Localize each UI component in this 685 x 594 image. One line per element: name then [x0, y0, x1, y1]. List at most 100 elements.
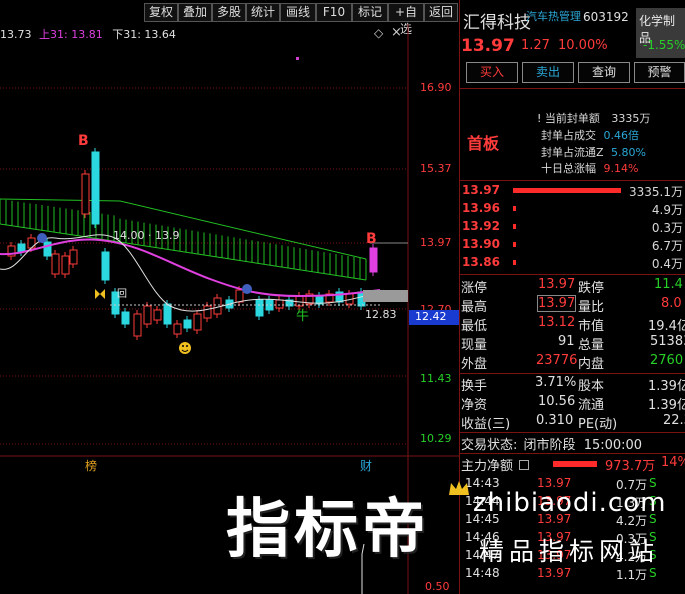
finance-marker: 财 — [360, 459, 372, 473]
candle-body — [133, 313, 142, 337]
candle-body — [61, 255, 70, 275]
toolbar-stats-button[interactable]: 统计 — [246, 3, 280, 22]
buy-signal-b-top: B — [78, 133, 89, 149]
stat-row: 净资 10.56 流通 1.39亿 — [461, 394, 685, 413]
divider — [459, 180, 685, 181]
list-icon[interactable] — [519, 460, 530, 470]
divider — [459, 453, 685, 454]
orderbook-row: 13.97 3335.1万 — [462, 183, 683, 199]
stat-row: 现量 91 总量 51383 — [461, 334, 685, 353]
toolbar-draw-line-button[interactable]: 画线 — [280, 3, 316, 22]
watermark-title: 指标帝 — [226, 493, 430, 567]
axis-tick: 15.37 — [420, 162, 452, 175]
tick-vol: 1.1万 — [616, 568, 648, 582]
band-midline-label: 14.00 · 13.9 — [113, 229, 179, 242]
stat-row: 涨停 13.97 跌停 11.4 — [461, 277, 683, 296]
candle-body — [235, 289, 244, 303]
net-inflow-bar — [553, 461, 597, 467]
stat-row: 外盘 23776 内盘 2760 — [461, 353, 684, 372]
crown-icon — [449, 481, 469, 495]
axis-tick: 10.29 — [420, 432, 452, 445]
candle-body — [81, 173, 90, 215]
orderbook-row: 13.90 6.7万 — [462, 237, 683, 253]
net-inflow-row[interactable]: 主力净额 973.7万 14% — [461, 455, 685, 474]
seal-row: 封单占成交 0.46倍 — [541, 129, 639, 142]
list-marker: 榜 — [85, 458, 97, 473]
price-change-pct: 10.00% — [558, 38, 608, 53]
hui-marker: 回 — [117, 288, 127, 300]
butterfly-icon — [95, 289, 105, 299]
buy-button[interactable]: 买入 — [466, 62, 518, 83]
axis-tick: 11.43 — [420, 372, 452, 385]
tick-row: 14:48 13.97 1.1万 S — [461, 566, 685, 582]
toolbar-f10-button[interactable]: F10 — [316, 3, 352, 22]
seal-row: 封单占流通Z 5.80% — [541, 146, 646, 159]
axis-tick: 16.90 — [420, 81, 452, 94]
current-price: 13.97 — [461, 36, 515, 56]
candle-body — [51, 253, 60, 275]
candle-body — [193, 313, 202, 331]
stat-row: 收益(三) 0.310 PE(动) 22.3 — [461, 413, 685, 432]
smiley-icon — [179, 342, 191, 354]
current-price-tag: 12.42 — [409, 310, 459, 325]
trade-status: 交易状态: 闭市阶段 15:00:00 — [461, 438, 643, 453]
candle-body — [91, 151, 100, 225]
face-icon-blue — [242, 284, 252, 294]
toolbar-multi-stock-button[interactable]: 多股 — [212, 3, 246, 22]
divider — [459, 373, 685, 374]
face-icon-blue-left — [37, 233, 47, 243]
candle-body — [203, 305, 212, 319]
seal-row: ! 当前封单额 3335万 — [537, 112, 651, 125]
candle-body — [69, 249, 78, 265]
candle-body — [143, 305, 152, 325]
toolbar-back-button[interactable]: 返回 — [424, 3, 458, 22]
stock-code: 603192 — [583, 10, 629, 24]
sector-name[interactable]: 汽车热管理 — [526, 8, 581, 24]
chart-toolbar: 复权 叠加 多股 统计 画线 F10 标记 +自选 返回 — [0, 0, 460, 36]
candle-body — [153, 309, 162, 321]
sector-tag-pct: -1.55% — [643, 38, 685, 52]
stat-row: 最高 13.97 量比 8.0 — [461, 295, 682, 315]
orderbook-bar — [513, 188, 621, 193]
candle-body — [121, 311, 130, 325]
candle-body — [101, 251, 110, 281]
first-board-badge: 首板 — [467, 134, 500, 153]
sell-button[interactable]: 卖出 — [522, 62, 574, 83]
tick-time: 14:48 — [465, 566, 500, 580]
tick-side: S — [649, 566, 657, 580]
candle-body — [43, 241, 52, 257]
orderbook-row: 13.86 0.4万 — [462, 255, 683, 271]
toolbar-add-watchlist-button[interactable]: +自选 — [388, 3, 424, 36]
stock-name: 汇得科技 — [463, 13, 531, 33]
tick-price: 13.97 — [537, 566, 572, 580]
watermark-url: zhibiaodi.com — [473, 488, 667, 518]
candle-body — [213, 297, 222, 315]
divider — [459, 274, 685, 275]
stat-row: 换手 3.71% 股本 1.39亿 — [461, 375, 685, 394]
candle-body — [369, 247, 378, 273]
axis-tick: 13.97 — [420, 236, 452, 249]
sector-tag[interactable]: 化学制品 -1.55% — [636, 8, 685, 58]
alert-button[interactable]: 预警 — [634, 62, 685, 83]
candle-body — [255, 299, 264, 317]
candle-body — [27, 237, 36, 249]
seal-row: 十日总涨幅 9.14% — [541, 162, 639, 175]
toolbar-overlay-button[interactable]: 叠加 — [178, 3, 212, 22]
toolbar-restore-rights-button[interactable]: 复权 — [144, 3, 178, 22]
query-button[interactable]: 查询 — [578, 62, 630, 83]
divider — [459, 88, 685, 89]
seal-icon: ! — [537, 112, 542, 125]
candle-body — [183, 319, 192, 329]
toolbar-mark-button[interactable]: 标记 — [352, 3, 388, 22]
candle-body — [173, 323, 182, 335]
candle-body — [163, 303, 172, 325]
axis-tick-lower: 0.50 — [425, 580, 450, 593]
divider — [459, 432, 685, 433]
niu-marker: 牛 — [296, 309, 309, 324]
buy-signal-b-right: B — [366, 231, 377, 247]
orderbook-row: 13.96 4.9万 — [462, 201, 683, 217]
price-change: 1.27 — [521, 38, 550, 53]
orderbook-row: 13.92 0.3万 — [462, 219, 683, 235]
candle-body — [275, 299, 284, 309]
stat-row: 最低 13.12 市值 19.4亿 — [461, 315, 685, 334]
